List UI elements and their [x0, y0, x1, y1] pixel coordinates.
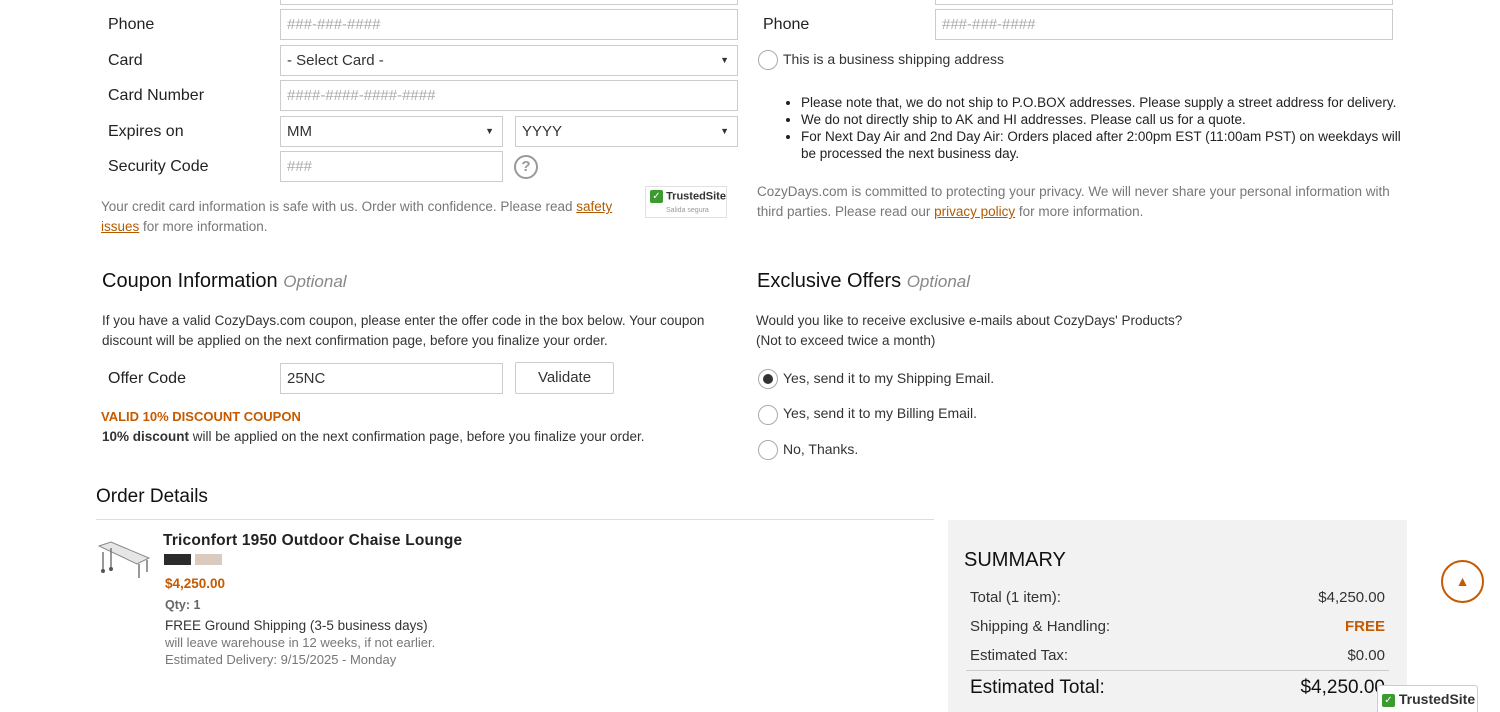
- summary-shipping-value: FREE: [1344, 618, 1385, 635]
- shipping-phone-label: Phone: [763, 16, 810, 33]
- shipping-phone-input[interactable]: ###-###-####: [935, 9, 1393, 40]
- shipping-previous-field-edge: [935, 0, 1393, 5]
- order-divider: [96, 519, 934, 520]
- safety-link-part-1: safety: [576, 199, 613, 214]
- trustedsite-badge-text: TrustedSite: [666, 190, 726, 203]
- shipping-notes-list: Please note that, we do not ship to P.O.…: [783, 94, 1413, 162]
- summary-estimated-total-value: $4,250.00: [1300, 677, 1385, 698]
- offer-code-input[interactable]: 25NC: [280, 363, 503, 394]
- billing-previous-field-edge: [280, 0, 738, 5]
- chaise-lounge-icon: [97, 541, 151, 578]
- coupon-title: Coupon Information: [102, 270, 278, 292]
- dropdown-arrow-icon: ▼: [720, 126, 729, 136]
- order-details-title: Order Details: [96, 486, 208, 507]
- offers-desc-line-1: Would you like to receive exclusive e-ma…: [756, 313, 1183, 328]
- dropdown-arrow-icon: ▼: [485, 126, 494, 136]
- billing-phone-input[interactable]: ###-###-####: [280, 9, 738, 40]
- product-image[interactable]: [97, 538, 152, 580]
- product-qty: Qty: 1: [165, 598, 201, 612]
- offer-radio-shipping[interactable]: [758, 369, 778, 389]
- security-code-input[interactable]: ###: [280, 151, 503, 182]
- security-code-label: Security Code: [108, 158, 209, 175]
- shipping-note: For Next Day Air and 2nd Day Air: Orders…: [801, 128, 1413, 162]
- trustedsite-badge-sub: Salida segura: [666, 207, 709, 214]
- help-icon-glyph: ?: [521, 158, 531, 175]
- coupon-section-title: Coupon Information Optional: [102, 270, 347, 293]
- summary-tax-row: Estimated Tax: $0.00: [970, 647, 1385, 664]
- summary-estimated-total-label: Estimated Total:: [970, 677, 1105, 698]
- safety-text-start: Your credit card information is safe wit…: [101, 199, 577, 214]
- offers-description: Would you like to receive exclusive e-ma…: [756, 311, 1182, 351]
- product-shipping: FREE Ground Shipping (3-5 business days): [165, 618, 428, 633]
- coupon-description: If you have a valid CozyDays.com coupon,…: [102, 313, 705, 348]
- expiry-year-value: YYYY: [522, 123, 563, 140]
- summary-tax-value: $0.00: [1347, 647, 1385, 664]
- offer-radio-no[interactable]: [758, 440, 778, 460]
- safety-link-part-2: issues: [101, 219, 140, 234]
- trustedsite-floating-text: TrustedSite: [1398, 691, 1476, 707]
- card-number-label: Card Number: [108, 87, 205, 104]
- product-delivery: Estimated Delivery: 9/15/2025 - Monday: [165, 652, 397, 667]
- product-warehouse: will leave warehouse in 12 weeks, if not…: [165, 635, 436, 650]
- offer-option-label: Yes, send it to my Billing Email.: [783, 405, 978, 421]
- summary-divider: [966, 670, 1389, 671]
- coupon-optional: Optional: [283, 272, 347, 291]
- privacy-note: CozyDays.com is committed to protecting …: [757, 182, 1402, 222]
- summary-title: SUMMARY: [964, 549, 1066, 571]
- privacy-text-end: for more information.: [1015, 204, 1144, 219]
- coupon-valid-message: VALID 10% DISCOUNT COUPON: [101, 409, 301, 424]
- summary-total-label: Total (1 item):: [970, 589, 1061, 606]
- summary-shipping-row: Shipping & Handling: FREE: [970, 618, 1385, 635]
- offers-title: Exclusive Offers: [757, 270, 902, 292]
- offer-radio-billing[interactable]: [758, 405, 778, 425]
- discount-bold: 10% discount: [102, 429, 190, 444]
- summary-total-value: $4,250.00: [1318, 589, 1385, 606]
- offer-code-label: Offer Code: [108, 370, 186, 387]
- coupon-discount-note: 10% discount will be applied on the next…: [102, 429, 645, 444]
- card-select[interactable]: - Select Card - ▼: [280, 45, 738, 76]
- product-price: $4,250.00: [165, 576, 226, 591]
- business-address-label: This is a business shipping address: [783, 51, 1005, 67]
- arrow-up-icon: ▲: [1455, 573, 1470, 589]
- expiry-month-select[interactable]: MM ▼: [280, 116, 503, 147]
- order-summary-panel: SUMMARY Total (1 item): $4,250.00 Shippi…: [948, 520, 1407, 712]
- checkmark-icon: ✓: [1382, 693, 1395, 707]
- color-swatch-dark[interactable]: [164, 554, 191, 565]
- card-select-value: - Select Card -: [287, 52, 384, 69]
- summary-estimated-total-row: Estimated Total: $4,250.00: [970, 677, 1385, 699]
- validate-button[interactable]: Validate: [515, 362, 614, 394]
- expiry-month-value: MM: [287, 123, 312, 140]
- shipping-note: Please note that, we do not ship to P.O.…: [801, 94, 1413, 111]
- shipping-note: We do not directly ship to AK and HI add…: [801, 111, 1413, 128]
- trustedsite-badge[interactable]: ✓ TrustedSite Salida segura: [645, 186, 727, 218]
- product-name[interactable]: Triconfort 1950 Outdoor Chaise Lounge: [163, 532, 462, 550]
- discount-rest: will be applied on the next confirmation…: [189, 429, 645, 444]
- safety-text-end: for more information.: [139, 219, 268, 234]
- summary-tax-label: Estimated Tax:: [970, 647, 1069, 664]
- help-icon[interactable]: ?: [514, 155, 538, 179]
- credit-card-safety-note: Your credit card information is safe wit…: [101, 197, 631, 237]
- privacy-policy-link[interactable]: privacy policy: [934, 204, 1015, 219]
- expires-label: Expires on: [108, 123, 184, 140]
- business-address-checkbox[interactable]: [758, 50, 778, 70]
- offers-section-title: Exclusive Offers Optional: [757, 270, 970, 293]
- summary-shipping-label: Shipping & Handling:: [970, 618, 1111, 635]
- offer-option-label: Yes, send it to my Shipping Email.: [783, 370, 995, 386]
- color-swatch-beige[interactable]: [195, 554, 222, 565]
- checkmark-icon: ✓: [650, 190, 663, 203]
- card-number-input[interactable]: ####-####-####-####: [280, 80, 738, 111]
- offers-desc-line-2: (Not to exceed twice a month): [756, 333, 936, 348]
- offers-optional: Optional: [906, 272, 971, 291]
- trustedsite-floating-badge[interactable]: ✓ TrustedSite: [1377, 685, 1478, 712]
- expiry-year-select[interactable]: YYYY ▼: [515, 116, 738, 147]
- dropdown-arrow-icon: ▼: [720, 55, 729, 65]
- billing-phone-label: Phone: [108, 16, 155, 33]
- scroll-to-top-button[interactable]: ▲: [1441, 560, 1484, 603]
- card-label: Card: [108, 52, 143, 69]
- summary-total-row: Total (1 item): $4,250.00: [970, 589, 1385, 606]
- offer-option-label: No, Thanks.: [783, 441, 859, 457]
